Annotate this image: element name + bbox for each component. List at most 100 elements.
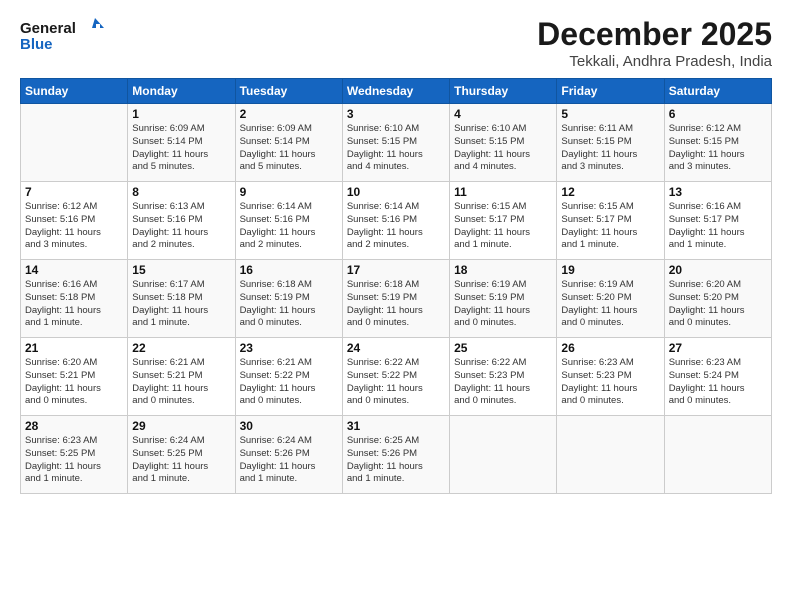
week-row-4: 21 Sunrise: 6:20 AM Sunset: 5:21 PM Dayli…: [21, 338, 772, 416]
day-number: 21: [25, 341, 123, 355]
day-number: 26: [561, 341, 659, 355]
calendar-cell: 11Sunrise: 6:15 AM Sunset: 5:17 PM Dayli…: [450, 182, 557, 260]
day-info: Sunrise: 6:23 AM Sunset: 5:25 PM Dayligh…: [25, 435, 123, 486]
calendar-cell: 18 Sunrise: 6:19 AM Sunset: 5:19 PM Dayli…: [450, 260, 557, 338]
day-info: Sunrise: 6:25 AM Sunset: 5:26 PM Dayligh…: [347, 435, 445, 486]
day-number: 31: [347, 419, 445, 433]
day-info: Sunrise: 6:17 AM Sunset: 5:18 PM Dayligh…: [132, 279, 230, 330]
day-number: 14: [25, 263, 123, 277]
day-info: Sunrise: 6:12 AM Sunset: 5:15 PM Dayligh…: [669, 123, 767, 174]
calendar-cell: 28 Sunrise: 6:23 AM Sunset: 5:25 PM Dayli…: [21, 416, 128, 494]
day-number: 23: [240, 341, 338, 355]
calendar-cell: [450, 416, 557, 494]
day-number: 25: [454, 341, 552, 355]
weekday-header-wednesday: Wednesday: [342, 79, 449, 104]
calendar-cell: 5 Sunrise: 6:11 AM Sunset: 5:15 PM Daylig…: [557, 104, 664, 182]
day-number: 29: [132, 419, 230, 433]
logo-svg: General Blue: [20, 16, 110, 54]
month-title: December 2025: [537, 16, 772, 53]
calendar-cell: 22 Sunrise: 6:21 AM Sunset: 5:21 PM Dayli…: [128, 338, 235, 416]
calendar-cell: 26 Sunrise: 6:23 AM Sunset: 5:23 PM Dayli…: [557, 338, 664, 416]
day-number: 5: [561, 107, 659, 121]
day-number: 12: [561, 185, 659, 199]
day-info: Sunrise: 6:13 AM Sunset: 5:16 PM Dayligh…: [132, 201, 230, 252]
day-info: Sunrise: 6:22 AM Sunset: 5:22 PM Dayligh…: [347, 357, 445, 408]
calendar-cell: 31 Sunrise: 6:25 AM Sunset: 5:26 PM Dayli…: [342, 416, 449, 494]
calendar-cell: 27Sunrise: 6:23 AM Sunset: 5:24 PM Dayli…: [664, 338, 771, 416]
day-info: Sunrise: 6:10 AM Sunset: 5:15 PM Dayligh…: [454, 123, 552, 174]
calendar-cell: 6 Sunrise: 6:12 AM Sunset: 5:15 PM Daylig…: [664, 104, 771, 182]
day-number: 19: [561, 263, 659, 277]
day-number: 1: [132, 107, 230, 121]
day-number: 24: [347, 341, 445, 355]
calendar-cell: 14 Sunrise: 6:16 AM Sunset: 5:18 PM Dayli…: [21, 260, 128, 338]
svg-text:Blue: Blue: [20, 36, 53, 53]
day-number: 13: [669, 185, 767, 199]
day-info: Sunrise: 6:20 AM Sunset: 5:21 PM Dayligh…: [25, 357, 123, 408]
day-info: Sunrise: 6:16 AM Sunset: 5:18 PM Dayligh…: [25, 279, 123, 330]
day-number: 11: [454, 185, 552, 199]
day-info: Sunrise: 6:16 AM Sunset: 5:17 PM Dayligh…: [669, 201, 767, 252]
calendar-cell: 16Sunrise: 6:18 AM Sunset: 5:19 PM Dayli…: [235, 260, 342, 338]
calendar-cell: [21, 104, 128, 182]
day-info: Sunrise: 6:14 AM Sunset: 5:16 PM Dayligh…: [347, 201, 445, 252]
calendar-cell: 24 Sunrise: 6:22 AM Sunset: 5:22 PM Dayli…: [342, 338, 449, 416]
day-info: Sunrise: 6:21 AM Sunset: 5:21 PM Dayligh…: [132, 357, 230, 408]
day-number: 17: [347, 263, 445, 277]
calendar-cell: 4 Sunrise: 6:10 AM Sunset: 5:15 PM Daylig…: [450, 104, 557, 182]
day-number: 20: [669, 263, 767, 277]
day-info: Sunrise: 6:19 AM Sunset: 5:19 PM Dayligh…: [454, 279, 552, 330]
day-number: 7: [25, 185, 123, 199]
calendar-cell: 17Sunrise: 6:18 AM Sunset: 5:19 PM Dayli…: [342, 260, 449, 338]
location: Tekkali, Andhra Pradesh, India: [537, 53, 772, 70]
day-number: 9: [240, 185, 338, 199]
weekday-header-sunday: Sunday: [21, 79, 128, 104]
day-number: 22: [132, 341, 230, 355]
calendar-cell: [664, 416, 771, 494]
day-info: Sunrise: 6:20 AM Sunset: 5:20 PM Dayligh…: [669, 279, 767, 330]
day-number: 15: [132, 263, 230, 277]
calendar-cell: 13 Sunrise: 6:16 AM Sunset: 5:17 PM Dayli…: [664, 182, 771, 260]
day-info: Sunrise: 6:24 AM Sunset: 5:26 PM Dayligh…: [240, 435, 338, 486]
day-info: Sunrise: 6:21 AM Sunset: 5:22 PM Dayligh…: [240, 357, 338, 408]
day-info: Sunrise: 6:19 AM Sunset: 5:20 PM Dayligh…: [561, 279, 659, 330]
week-row-5: 28 Sunrise: 6:23 AM Sunset: 5:25 PM Dayli…: [21, 416, 772, 494]
week-row-1: 1Sunrise: 6:09 AM Sunset: 5:14 PM Daylig…: [21, 104, 772, 182]
day-info: Sunrise: 6:15 AM Sunset: 5:17 PM Dayligh…: [561, 201, 659, 252]
calendar-cell: 10Sunrise: 6:14 AM Sunset: 5:16 PM Dayli…: [342, 182, 449, 260]
calendar-cell: 12 Sunrise: 6:15 AM Sunset: 5:17 PM Dayli…: [557, 182, 664, 260]
day-info: Sunrise: 6:23 AM Sunset: 5:23 PM Dayligh…: [561, 357, 659, 408]
calendar-cell: 29Sunrise: 6:24 AM Sunset: 5:25 PM Dayli…: [128, 416, 235, 494]
calendar-cell: 20 Sunrise: 6:20 AM Sunset: 5:20 PM Dayli…: [664, 260, 771, 338]
day-number: 3: [347, 107, 445, 121]
calendar-cell: 7Sunrise: 6:12 AM Sunset: 5:16 PM Daylig…: [21, 182, 128, 260]
day-info: Sunrise: 6:11 AM Sunset: 5:15 PM Dayligh…: [561, 123, 659, 174]
logo: General Blue: [20, 16, 110, 54]
main-container: General Blue December 2025 Tekkali, Andh…: [0, 0, 792, 612]
day-number: 28: [25, 419, 123, 433]
weekday-header-row: SundayMondayTuesdayWednesdayThursdayFrid…: [21, 79, 772, 104]
calendar-table: SundayMondayTuesdayWednesdayThursdayFrid…: [20, 78, 772, 494]
day-number: 6: [669, 107, 767, 121]
week-row-3: 14 Sunrise: 6:16 AM Sunset: 5:18 PM Dayli…: [21, 260, 772, 338]
day-info: Sunrise: 6:23 AM Sunset: 5:24 PM Dayligh…: [669, 357, 767, 408]
day-number: 8: [132, 185, 230, 199]
day-number: 30: [240, 419, 338, 433]
calendar-cell: 3Sunrise: 6:10 AM Sunset: 5:15 PM Daylig…: [342, 104, 449, 182]
title-section: December 2025 Tekkali, Andhra Pradesh, I…: [537, 16, 772, 70]
svg-text:General: General: [20, 20, 76, 37]
calendar-cell: [557, 416, 664, 494]
header: General Blue December 2025 Tekkali, Andh…: [20, 16, 772, 70]
calendar-cell: 2Sunrise: 6:09 AM Sunset: 5:14 PM Daylig…: [235, 104, 342, 182]
calendar-cell: 9Sunrise: 6:14 AM Sunset: 5:16 PM Daylig…: [235, 182, 342, 260]
weekday-header-saturday: Saturday: [664, 79, 771, 104]
calendar-cell: 8 Sunrise: 6:13 AM Sunset: 5:16 PM Daylig…: [128, 182, 235, 260]
day-number: 18: [454, 263, 552, 277]
calendar-cell: 19 Sunrise: 6:19 AM Sunset: 5:20 PM Dayli…: [557, 260, 664, 338]
day-info: Sunrise: 6:18 AM Sunset: 5:19 PM Dayligh…: [240, 279, 338, 330]
calendar-cell: 30 Sunrise: 6:24 AM Sunset: 5:26 PM Dayli…: [235, 416, 342, 494]
calendar-cell: 25Sunrise: 6:22 AM Sunset: 5:23 PM Dayli…: [450, 338, 557, 416]
day-number: 4: [454, 107, 552, 121]
day-number: 2: [240, 107, 338, 121]
calendar-cell: 1Sunrise: 6:09 AM Sunset: 5:14 PM Daylig…: [128, 104, 235, 182]
